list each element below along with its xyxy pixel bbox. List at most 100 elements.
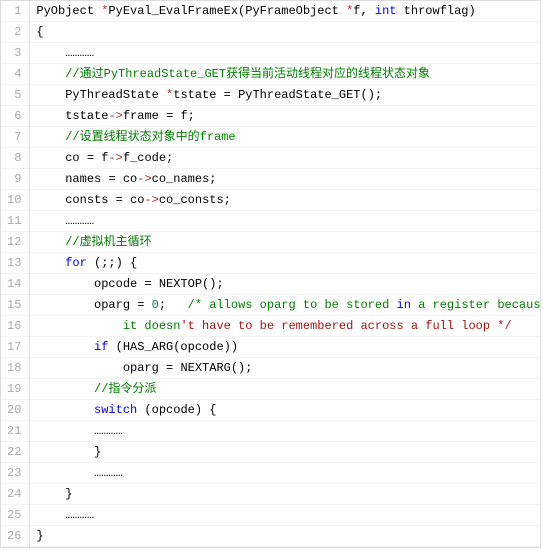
code-token: tstate	[65, 109, 108, 123]
code-line: …………	[30, 505, 540, 526]
code-token: =	[116, 193, 123, 207]
code-token: 't have to be remembered across a full l…	[180, 319, 511, 333]
code-token: }	[36, 529, 43, 543]
code-line: //通过PyThreadState_GET获得当前活动线程对应的线程状态对象	[30, 64, 540, 85]
line-number: 9	[1, 169, 29, 190]
code-line: for (;;) {	[30, 253, 540, 274]
code-line: }	[30, 442, 540, 463]
code-token: co_consts;	[159, 193, 231, 207]
code-token: PyThreadState	[65, 88, 166, 102]
code-token: …………	[94, 424, 123, 438]
code-token: …………	[65, 508, 94, 522]
code-token: f_code;	[123, 151, 173, 165]
code-line: }	[30, 484, 540, 505]
code-token: in	[397, 298, 411, 312]
line-number: 26	[1, 526, 29, 547]
code-content: PyObject *PyEval_EvalFrameEx(PyFrameObje…	[30, 1, 540, 547]
code-token: ;	[159, 298, 188, 312]
code-line: oparg = 0; /* allows oparg to be stored …	[30, 295, 540, 316]
code-token: =	[87, 151, 94, 165]
code-token: f	[94, 151, 108, 165]
code-line: tstate->frame = f;	[30, 106, 540, 127]
code-token: /* allows oparg to be stored	[188, 298, 397, 312]
code-line: {	[30, 22, 540, 43]
code-token: PyObject	[36, 4, 101, 18]
code-line: oparg = NEXTARG();	[30, 358, 540, 379]
code-token: names	[65, 172, 108, 186]
line-number: 5	[1, 85, 29, 106]
code-token: //指令分派	[94, 382, 156, 396]
line-number: 13	[1, 253, 29, 274]
code-line: //虚拟机主循环	[30, 232, 540, 253]
code-block: 1234567891011121314151617181920212223242…	[0, 0, 541, 548]
code-token: oparg	[94, 298, 137, 312]
code-token: int	[375, 4, 397, 18]
line-number: 21	[1, 421, 29, 442]
code-token: tstate	[173, 88, 223, 102]
code-token: //虚拟机主循环	[65, 235, 151, 249]
code-token: =	[108, 172, 115, 186]
code-token: throwflag)	[396, 4, 475, 18]
code-token: ->	[144, 193, 158, 207]
code-token: a register because	[411, 298, 540, 312]
line-number: 16	[1, 316, 29, 337]
line-number: 25	[1, 505, 29, 526]
code-token: it doesn	[123, 319, 181, 333]
code-token: (;;) {	[87, 256, 137, 270]
code-line: PyThreadState *tstate = PyThreadState_GE…	[30, 85, 540, 106]
code-token: //设置线程状态对象中的frame	[65, 130, 235, 144]
code-token: }	[65, 487, 72, 501]
code-token: co	[65, 151, 87, 165]
code-line: …………	[30, 421, 540, 442]
code-token: f;	[173, 109, 195, 123]
code-token: consts	[65, 193, 115, 207]
code-line: }	[30, 526, 540, 547]
line-number-gutter: 1234567891011121314151617181920212223242…	[1, 1, 30, 547]
line-number: 3	[1, 43, 29, 64]
code-token: (HAS_ARG(opcode))	[108, 340, 238, 354]
line-number: 2	[1, 22, 29, 43]
line-number: 20	[1, 400, 29, 421]
code-token: (opcode) {	[137, 403, 216, 417]
code-token: …………	[65, 214, 94, 228]
code-line: co = f->f_code;	[30, 148, 540, 169]
code-token: frame	[123, 109, 166, 123]
line-number: 15	[1, 295, 29, 316]
code-token: =	[144, 277, 151, 291]
line-number: 23	[1, 463, 29, 484]
code-token: if	[94, 340, 108, 354]
line-number: 17	[1, 337, 29, 358]
code-line: switch (opcode) {	[30, 400, 540, 421]
code-token: }	[94, 445, 101, 459]
code-token: ->	[137, 172, 151, 186]
line-number: 19	[1, 379, 29, 400]
code-line: PyObject *PyEval_EvalFrameEx(PyFrameObje…	[30, 1, 540, 22]
code-token: …………	[94, 466, 123, 480]
code-line: …………	[30, 211, 540, 232]
code-line: it doesn't have to be remembered across …	[30, 316, 540, 337]
code-line: consts = co->co_consts;	[30, 190, 540, 211]
line-number: 14	[1, 274, 29, 295]
line-number: 1	[1, 1, 29, 22]
code-token: oparg	[123, 361, 166, 375]
code-token: co	[123, 193, 145, 207]
line-number: 8	[1, 148, 29, 169]
line-number: 12	[1, 232, 29, 253]
line-number: 11	[1, 211, 29, 232]
line-number: 18	[1, 358, 29, 379]
code-line: //设置线程状态对象中的frame	[30, 127, 540, 148]
code-token	[144, 298, 151, 312]
line-number: 22	[1, 442, 29, 463]
code-token: =	[224, 88, 231, 102]
code-line: …………	[30, 43, 540, 64]
code-token: NEXTARG();	[173, 361, 252, 375]
line-number: 4	[1, 64, 29, 85]
code-line: if (HAS_ARG(opcode))	[30, 337, 540, 358]
line-number: 6	[1, 106, 29, 127]
code-token: opcode	[94, 277, 144, 291]
code-line: opcode = NEXTOP();	[30, 274, 540, 295]
code-token: {	[36, 25, 43, 39]
line-number: 7	[1, 127, 29, 148]
code-line: //指令分派	[30, 379, 540, 400]
code-token: co	[116, 172, 138, 186]
